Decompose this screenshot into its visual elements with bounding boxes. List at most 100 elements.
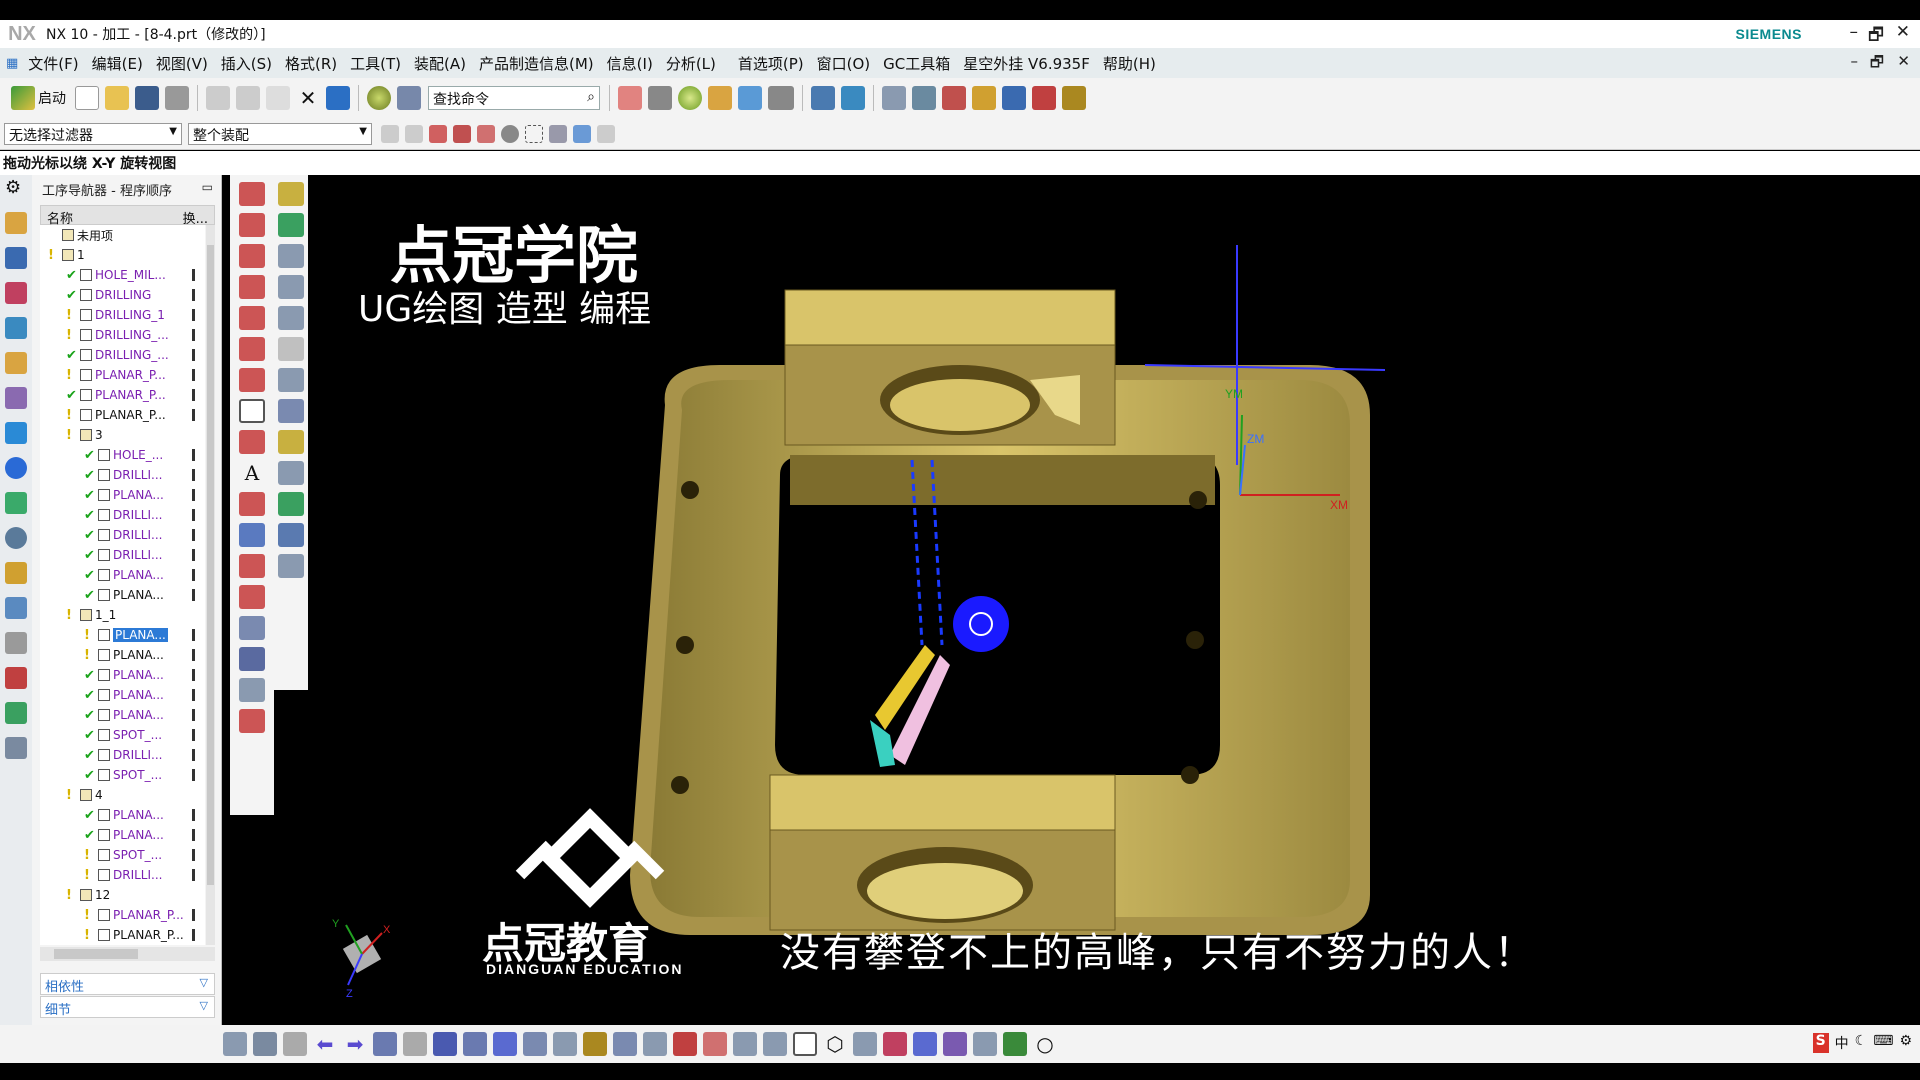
program-order-view-icon[interactable] bbox=[278, 275, 304, 299]
tree-group-row[interactable]: ! 12 bbox=[66, 885, 110, 905]
feature-select-icon[interactable] bbox=[453, 124, 471, 143]
undo-icon[interactable] bbox=[326, 86, 350, 110]
menu-insert[interactable]: 插入(S) bbox=[221, 53, 272, 74]
tree-operation-row[interactable]: ! PLANAR_P... bbox=[66, 365, 195, 385]
constraint-navigator-icon[interactable] bbox=[5, 247, 27, 269]
fit-icon[interactable] bbox=[433, 1032, 457, 1056]
hd3d-icon[interactable] bbox=[5, 702, 27, 724]
menu-gc-toolkit[interactable]: GC工具箱 bbox=[883, 53, 950, 74]
orient-icon[interactable] bbox=[523, 1032, 547, 1056]
create-program-icon[interactable] bbox=[811, 86, 835, 110]
list-toolpath-icon[interactable] bbox=[278, 461, 304, 485]
tree-operation-row[interactable]: ✔ DRILLI... bbox=[84, 545, 195, 565]
post-process-icon[interactable] bbox=[278, 523, 304, 547]
layer-icon[interactable] bbox=[708, 86, 732, 110]
sheet-select-icon[interactable] bbox=[597, 124, 615, 143]
rotate-icon[interactable] bbox=[373, 1032, 397, 1056]
ime-mode-icon[interactable]: 中 bbox=[1835, 1033, 1849, 1053]
project-curve-icon[interactable] bbox=[239, 523, 265, 547]
solid-select-icon[interactable] bbox=[573, 124, 591, 143]
point-tool-icon[interactable] bbox=[239, 306, 265, 330]
assembly-navigator-icon[interactable] bbox=[5, 212, 27, 234]
tree-group-row[interactable]: ! 1_1 bbox=[66, 605, 116, 625]
edge-icon[interactable] bbox=[583, 1032, 607, 1056]
new-file-icon[interactable] bbox=[75, 86, 99, 110]
command-search-input[interactable]: 查找命令 ⌕ bbox=[428, 86, 600, 110]
panel-maximize-icon[interactable]: ▭ bbox=[202, 180, 213, 194]
verify-path-icon[interactable] bbox=[912, 86, 936, 110]
translucency-icon[interactable] bbox=[703, 1032, 727, 1056]
trim-curve-icon[interactable] bbox=[239, 554, 265, 578]
extract-curve-icon[interactable] bbox=[239, 616, 265, 640]
doc-close-icon[interactable]: ✕ bbox=[1897, 52, 1910, 70]
history-icon[interactable] bbox=[5, 422, 27, 444]
machine-view-icon[interactable] bbox=[278, 306, 304, 330]
scrollbar-thumb[interactable] bbox=[54, 949, 138, 959]
menu-help[interactable]: 帮助(H) bbox=[1103, 53, 1156, 74]
doc-restore-icon[interactable]: 🗗 bbox=[1870, 52, 1884, 77]
menu-window[interactable]: 窗口(O) bbox=[817, 53, 871, 74]
text-tool-icon[interactable]: A bbox=[239, 461, 265, 485]
machine-tool-icon[interactable] bbox=[5, 352, 27, 374]
view-orient-icon[interactable] bbox=[738, 86, 762, 110]
render-style-icon[interactable] bbox=[367, 86, 391, 110]
settings-icon[interactable]: ⚙ bbox=[1899, 1033, 1912, 1053]
graphics-viewport[interactable]: XM YM ZM X Y Z 点冠学院 UG绘图 造型 编程 点冠教育 DIAN… bbox=[310, 175, 1920, 1025]
rectangle-icon[interactable] bbox=[793, 1032, 817, 1056]
menu-tools[interactable]: 工具(T) bbox=[350, 53, 401, 74]
menu-format[interactable]: 格式(R) bbox=[285, 53, 337, 74]
pan-icon[interactable] bbox=[403, 1032, 427, 1056]
hexagon-icon[interactable]: ⬡ bbox=[823, 1032, 847, 1056]
line-segment-icon[interactable] bbox=[239, 337, 265, 361]
scrollbar-thumb[interactable] bbox=[207, 245, 214, 885]
tree-group-row[interactable]: ! 1 bbox=[48, 245, 85, 265]
layer-settings-icon[interactable] bbox=[733, 1032, 757, 1056]
method-view-icon[interactable] bbox=[278, 368, 304, 392]
arrow-left-icon[interactable]: ⬅ bbox=[313, 1032, 337, 1056]
ruler-icon[interactable] bbox=[1062, 86, 1086, 110]
tree-operation-row[interactable]: ✔ PLANA... bbox=[84, 665, 195, 685]
arc-tool-icon[interactable] bbox=[239, 244, 265, 268]
flag-icon[interactable] bbox=[1003, 1032, 1027, 1056]
web-browser-icon[interactable] bbox=[5, 492, 27, 514]
tree-operation-row[interactable]: ! SPOT_... bbox=[84, 845, 195, 865]
command-finder-icon[interactable] bbox=[397, 86, 421, 110]
clock-icon[interactable] bbox=[5, 527, 27, 549]
tree-operation-row[interactable]: ✔ HOLE_... bbox=[84, 445, 195, 465]
tree-operation-row[interactable]: ✔ PLANA... bbox=[84, 565, 195, 585]
measure-icon[interactable] bbox=[1032, 86, 1056, 110]
report-icon[interactable] bbox=[5, 737, 27, 759]
menu-preferences[interactable]: 首选项(P) bbox=[738, 53, 804, 74]
doc-minimize-icon[interactable]: – bbox=[1851, 52, 1859, 70]
select-all-icon[interactable] bbox=[429, 124, 447, 143]
tree-operation-row[interactable]: ✔ HOLE_MIL... bbox=[66, 265, 195, 285]
palette-icon[interactable] bbox=[5, 562, 27, 584]
mesh-tool-icon[interactable] bbox=[239, 678, 265, 702]
point-select-icon[interactable] bbox=[501, 124, 519, 143]
part-navigator-icon[interactable] bbox=[5, 282, 27, 304]
sphere-icon[interactable] bbox=[678, 86, 702, 110]
menu-analysis[interactable]: 分析(L) bbox=[666, 53, 716, 74]
tree-operation-row[interactable]: ! PLANAR_P... bbox=[84, 905, 195, 925]
snap-point-icon[interactable] bbox=[381, 124, 399, 143]
body-select-icon[interactable] bbox=[549, 124, 567, 143]
tree-operation-row[interactable]: ! PLANA... bbox=[84, 645, 195, 665]
tree-group-row[interactable]: ! 4 bbox=[66, 785, 103, 805]
section-icon[interactable] bbox=[613, 1032, 637, 1056]
verify-toolpath-icon[interactable] bbox=[278, 492, 304, 516]
tree-operation-row[interactable]: ✔ PLANA... bbox=[84, 485, 195, 505]
search-icon[interactable]: ⌕ bbox=[587, 89, 595, 105]
roles-icon[interactable] bbox=[5, 632, 27, 654]
section-curve-icon[interactable] bbox=[239, 709, 265, 733]
join-curve-icon[interactable] bbox=[239, 585, 265, 609]
system-scene-icon[interactable] bbox=[5, 667, 27, 689]
tree-operation-row[interactable]: ✔ PLANAR_P... bbox=[66, 385, 195, 405]
menu-file[interactable]: 文件(F) bbox=[28, 53, 78, 74]
gear-icon[interactable]: ⚙ bbox=[5, 177, 27, 199]
spline-tool-icon[interactable] bbox=[239, 275, 265, 299]
attribute-icon[interactable] bbox=[943, 1032, 967, 1056]
generate-path-icon[interactable] bbox=[882, 86, 906, 110]
curve-tool-icon[interactable] bbox=[239, 182, 265, 206]
tree-operation-row[interactable]: ! PLANA... bbox=[84, 625, 195, 645]
tree-operation-row[interactable]: ✔ PLANA... bbox=[84, 685, 195, 705]
